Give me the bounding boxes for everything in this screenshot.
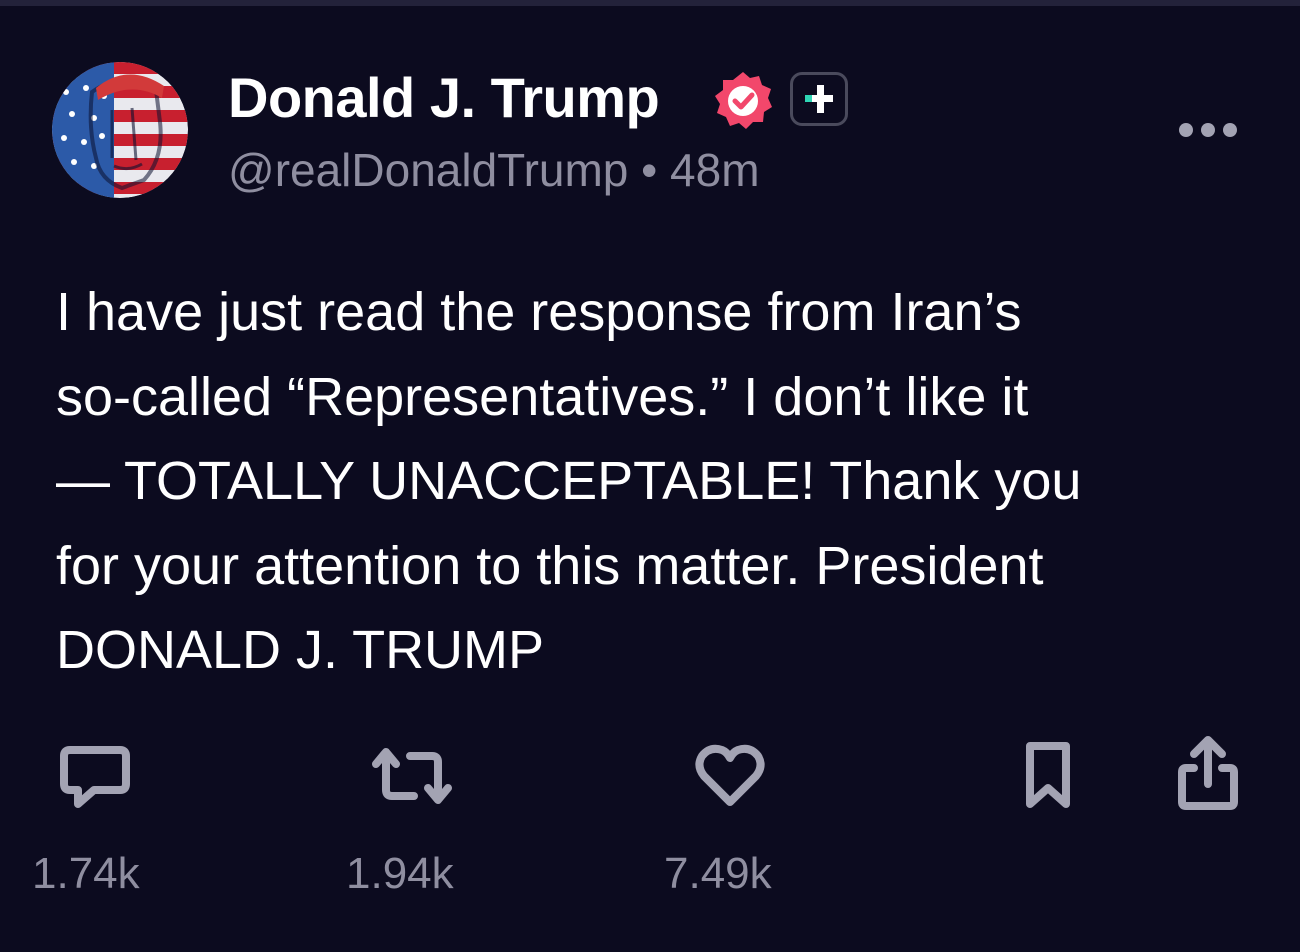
more-dots-icon[interactable]: [1176, 118, 1240, 142]
meta-separator: •: [641, 144, 658, 196]
share-icon: [1178, 736, 1238, 810]
like-button[interactable]: [694, 744, 766, 808]
bookmark-icon: [1026, 742, 1070, 808]
post-body-line: for your attention to this matter. Presi…: [56, 535, 1044, 596]
post-body-line: — TOTALLY UNACCEPTABLE! Thank you: [56, 451, 1082, 511]
post-body-line: so-called “Representatives.” I don’t lik…: [56, 366, 1029, 427]
author-meta: @realDonaldTrump • 48m: [228, 142, 760, 198]
post-body-line: DONALD J. TRUMP: [56, 620, 545, 680]
bookmark-button[interactable]: [1022, 740, 1074, 812]
repost-count: 1.94k: [346, 849, 454, 898]
reply-count: 1.74k: [32, 849, 140, 898]
author-handle[interactable]: @realDonaldTrump: [228, 144, 628, 196]
post-body-line: I have just read the response from Iran’…: [56, 282, 1022, 342]
top-divider: [0, 0, 1300, 6]
repost-arrows-icon: [372, 748, 452, 804]
like-count: 7.49k: [664, 849, 772, 898]
verified-badge-icon: [712, 70, 774, 132]
avatar[interactable]: [52, 62, 188, 198]
heart-icon: [695, 744, 765, 806]
author-display-name[interactable]: Donald J. Trump: [228, 66, 660, 130]
reply-button[interactable]: [58, 744, 132, 810]
post-timestamp[interactable]: 48m: [670, 144, 759, 196]
speech-bubble-icon: [60, 746, 130, 808]
plus-badge-icon: [790, 72, 848, 126]
share-button[interactable]: [1176, 734, 1240, 812]
repost-button[interactable]: [372, 746, 452, 806]
avatar-image: [52, 62, 188, 198]
post-body: I have just read the response from Iran’…: [56, 270, 1256, 693]
